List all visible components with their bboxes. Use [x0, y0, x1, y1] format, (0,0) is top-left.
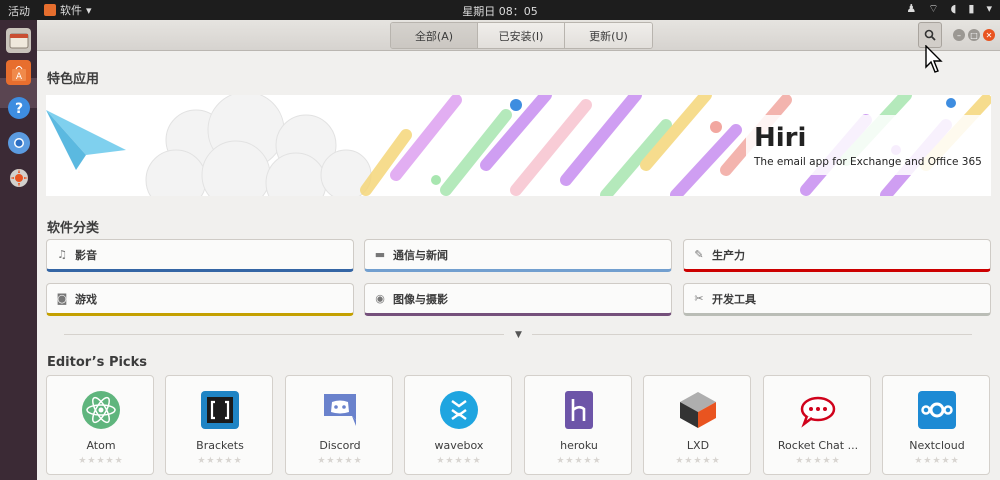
volume-icon[interactable]: ◖ [951, 2, 957, 16]
help-icon[interactable]: ? [6, 95, 31, 120]
svg-text:?: ? [14, 101, 22, 117]
atom-app-icon [82, 391, 120, 429]
featured-app-subtitle: The email app for Exchange and Office 36… [754, 156, 982, 168]
maximize-icon: □ [970, 30, 978, 40]
category-graphics[interactable]: ◉ 图像与摄影 [364, 283, 672, 316]
edit-icon: ✎ [694, 248, 704, 261]
activities-button[interactable]: 活动 [8, 3, 30, 19]
software-store-icon[interactable]: A [6, 60, 31, 85]
rocket-chat-app-icon [800, 396, 836, 428]
minimize-icon: – [957, 30, 961, 40]
discord-app-icon [324, 394, 356, 426]
brackets-app-icon [201, 391, 239, 429]
software-window: 全部(A) 已安装(I) 更新(U) – □ ✕ 特色应用 Hiri The e… [37, 20, 1000, 480]
app-name: Nextcloud [909, 439, 965, 452]
close-icon: ✕ [985, 30, 993, 40]
view-switcher: 全部(A) 已安装(I) 更新(U) [390, 22, 653, 49]
chromium-icon[interactable] [6, 130, 31, 155]
chevron-down-icon: ▾ [86, 3, 92, 17]
app-tile-brackets[interactable]: Brackets ★★★★★ [165, 375, 273, 475]
divider-right [532, 334, 972, 335]
category-communication[interactable]: ▬ 通信与新闻 [364, 239, 672, 272]
category-label: 生产力 [712, 248, 745, 262]
more-categories-chevron-icon[interactable]: ▼ [515, 330, 522, 340]
top-panel: 活动 软件 ▾ 星期日 08：05 ♟ ⌔ ◖ ▮ ▾ [0, 0, 1000, 20]
tab-updates[interactable]: 更新(U) [565, 23, 652, 48]
battery-icon[interactable]: ▮ [968, 2, 974, 16]
system-tray: ♟ ⌔ ◖ ▮ ▾ [906, 2, 992, 16]
category-label: 图像与摄影 [393, 292, 448, 306]
chat-icon: ▬ [374, 248, 386, 261]
mouse-cursor-icon [925, 45, 943, 73]
app-name: LXD [686, 439, 710, 452]
category-label: 影音 [75, 248, 97, 262]
category-label: 游戏 [75, 292, 97, 306]
app-name: wavebox [434, 439, 484, 452]
app-menu[interactable]: 软件 ▾ [44, 2, 92, 18]
rating-stars: ★★★★★ [436, 456, 482, 466]
svg-text:A: A [15, 72, 22, 82]
maximize-button[interactable]: □ [968, 29, 980, 41]
app-name: Atom [86, 439, 116, 452]
app-tile-wavebox[interactable]: wavebox ★★★★★ [404, 375, 512, 475]
rating-stars: ★★★★★ [78, 456, 124, 466]
heroku-app-icon [565, 391, 593, 429]
close-button[interactable]: ✕ [983, 29, 995, 41]
categories-section-title: 软件分类 [47, 221, 100, 236]
rating-stars: ★★★★★ [197, 456, 243, 466]
category-label: 开发工具 [712, 292, 756, 306]
system-menu-chevron-icon[interactable]: ▾ [986, 2, 992, 16]
launcher-dock: A ? [0, 20, 37, 480]
minimize-button[interactable]: – [953, 29, 965, 41]
app-name: Brackets [196, 439, 244, 452]
nextcloud-app-icon [918, 391, 956, 429]
rating-stars: ★★★★★ [317, 456, 363, 466]
software-app-icon [44, 4, 56, 16]
app-tile-lxd[interactable]: LXD ★★★★★ [643, 375, 751, 475]
notification-icon[interactable]: ♟ [906, 2, 916, 16]
category-label: 通信与新闻 [393, 248, 448, 262]
rating-stars: ★★★★★ [556, 456, 602, 466]
app-tile-rocket-chat[interactable]: Rocket Chat ... ★★★★★ [763, 375, 871, 475]
featured-banner[interactable]: Hiri The email app for Exchange and Offi… [46, 95, 991, 196]
featured-app-title: Hiri [754, 123, 807, 153]
featured-section-title: 特色应用 [47, 72, 100, 87]
camera-icon: ◉ [375, 292, 385, 305]
wavebox-app-icon [440, 391, 478, 429]
lxd-app-icon [680, 392, 716, 428]
category-games[interactable]: ◙ 游戏 [46, 283, 354, 316]
rating-stars: ★★★★★ [914, 456, 960, 466]
app-tile-nextcloud[interactable]: Nextcloud ★★★★★ [882, 375, 990, 475]
category-multimedia[interactable]: ♫ 影音 [46, 239, 354, 272]
header-bar: 全部(A) 已安装(I) 更新(U) – □ ✕ [37, 20, 1000, 51]
divider-left [64, 334, 504, 335]
files-app-icon[interactable] [6, 28, 31, 53]
app-name: heroku [560, 439, 598, 452]
software-updater-icon[interactable] [6, 165, 31, 190]
tab-installed[interactable]: 已安装(I) [478, 23, 565, 48]
music-note-icon: ♫ [57, 248, 67, 261]
rating-stars: ★★★★★ [675, 456, 721, 466]
app-tile-atom[interactable]: Atom ★★★★★ [46, 375, 154, 475]
search-icon [924, 29, 936, 41]
app-name: Rocket Chat ... [777, 439, 859, 452]
rating-stars: ★★★★★ [795, 456, 841, 466]
category-developer-tools[interactable]: ✂ 开发工具 [683, 283, 991, 316]
gamepad-icon: ◙ [56, 292, 68, 305]
network-icon[interactable]: ⌔ [928, 2, 938, 16]
app-tile-heroku[interactable]: heroku ★★★★★ [524, 375, 632, 475]
clock[interactable]: 星期日 08：05 [0, 3, 1000, 19]
app-name: Discord [319, 439, 361, 452]
tab-all[interactable]: 全部(A) [391, 23, 478, 48]
featured-banner-artwork [46, 95, 991, 196]
tools-icon: ✂ [694, 292, 704, 305]
app-menu-label: 软件 [60, 4, 82, 17]
app-tile-discord[interactable]: Discord ★★★★★ [285, 375, 393, 475]
editors-picks-section-title: Editor’s Picks [47, 355, 148, 370]
category-productivity[interactable]: ✎ 生产力 [683, 239, 991, 272]
